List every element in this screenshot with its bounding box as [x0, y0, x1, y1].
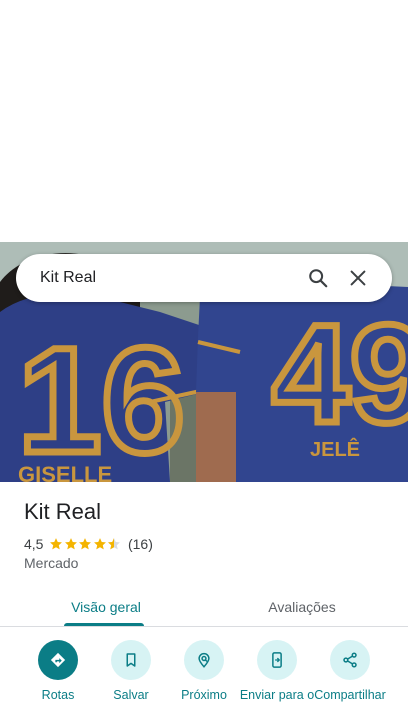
active-tab-indicator	[64, 623, 144, 626]
search-icon[interactable]	[298, 258, 338, 298]
tab-bar: Visão geral Avaliações	[0, 587, 408, 627]
send-to-phone-icon	[257, 640, 297, 680]
jersey-number-left: 16	[18, 316, 185, 482]
send-to-phone-button[interactable]: Enviar para o	[239, 640, 315, 702]
jersey-name-right: JELÊ	[310, 437, 360, 461]
rating-stars	[49, 537, 122, 551]
star-icon	[79, 538, 92, 550]
share-label: Compartilhar	[314, 688, 386, 702]
jersey-name-left: GISELLE	[18, 462, 112, 482]
rating-row[interactable]: 4,5 (16)	[24, 535, 153, 553]
search-bar[interactable]: Kit Real	[16, 254, 392, 302]
action-bar: Rotas Salvar Próximo Enviar para o Compa…	[0, 640, 408, 724]
reviews-count: (16)	[127, 536, 153, 552]
directions-label: Rotas	[41, 688, 75, 702]
jersey-number-right: 49	[272, 295, 408, 452]
directions-icon	[38, 640, 78, 680]
nearby-button[interactable]: Próximo	[166, 640, 242, 702]
place-title: Kit Real	[24, 499, 102, 524]
search-input[interactable]: Kit Real	[40, 269, 298, 287]
tab-reviews[interactable]: Avaliações	[232, 587, 372, 626]
close-icon[interactable]	[338, 258, 378, 298]
star-icon	[65, 538, 77, 550]
save-button[interactable]: Salvar	[93, 640, 169, 702]
save-label: Salvar	[113, 688, 149, 702]
star-icon	[50, 538, 63, 550]
star-icon	[94, 538, 106, 550]
map-area[interactable]	[0, 0, 408, 242]
tab-overview[interactable]: Visão geral	[52, 587, 160, 626]
share-button[interactable]: Compartilhar	[312, 640, 388, 702]
rating-value: 4,5	[24, 536, 44, 552]
nearby-label: Próximo	[181, 688, 227, 702]
nearby-icon	[184, 640, 224, 680]
send-to-phone-label: Enviar para o	[239, 688, 315, 702]
star-half-icon	[108, 538, 121, 550]
directions-button[interactable]: Rotas	[20, 640, 96, 702]
share-icon	[330, 640, 370, 680]
place-category: Mercado	[24, 555, 79, 571]
bookmark-icon	[111, 640, 151, 680]
